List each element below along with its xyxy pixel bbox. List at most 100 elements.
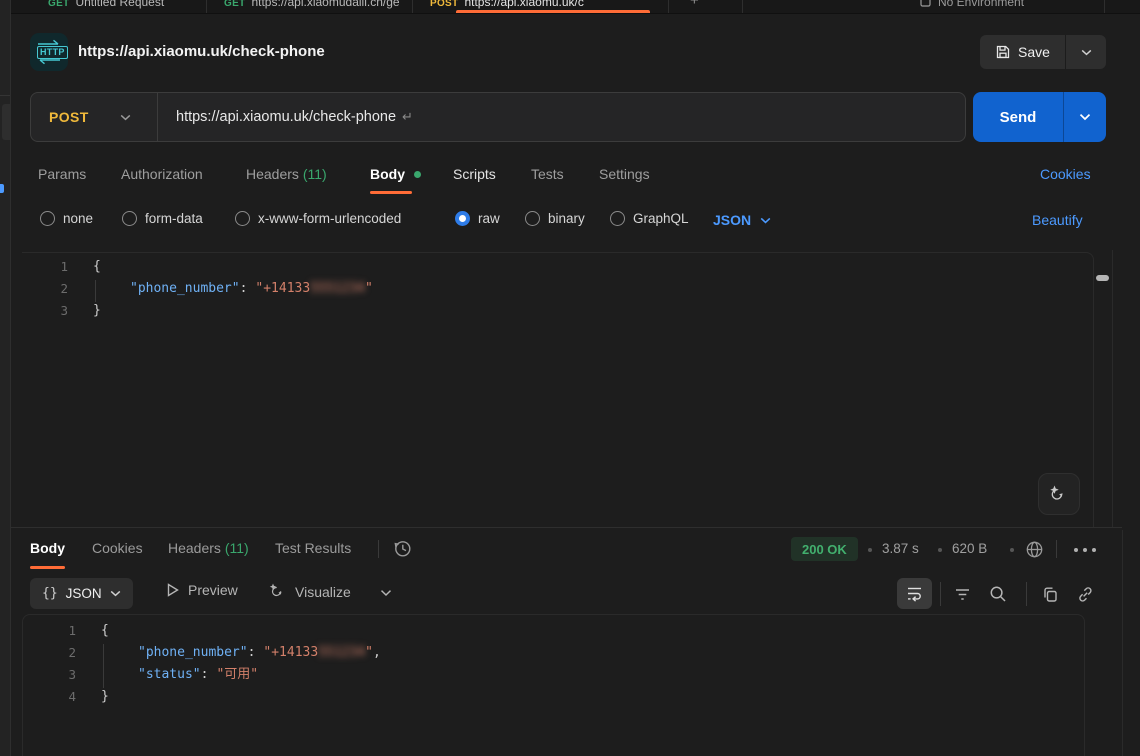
save-icon bbox=[995, 44, 1011, 60]
method-badge: GET bbox=[224, 0, 245, 9]
active-tab-underline bbox=[30, 566, 65, 569]
separator bbox=[1026, 582, 1027, 606]
chevron-down-icon bbox=[110, 590, 121, 597]
postman-app: GETUntitled Request GET https://api.xiaom… bbox=[0, 0, 1140, 756]
environment-selector[interactable]: No Environment bbox=[920, 0, 1024, 13]
response-tab-body[interactable]: Body bbox=[30, 540, 65, 556]
response-tab-cookies[interactable]: Cookies bbox=[92, 540, 143, 556]
active-tab-underline bbox=[370, 191, 412, 194]
tab-settings[interactable]: Settings bbox=[599, 166, 650, 182]
code-line: } bbox=[101, 686, 381, 708]
radio-graphql[interactable]: GraphQL bbox=[610, 211, 689, 226]
rail-handle[interactable] bbox=[2, 104, 10, 140]
history-icon[interactable] bbox=[392, 538, 413, 559]
save-options-chevron[interactable] bbox=[1066, 35, 1106, 69]
redacted-phone-number: 551234 bbox=[318, 645, 365, 660]
response-format-selector[interactable]: {} JSON bbox=[30, 578, 133, 609]
response-time[interactable]: 3.87 s bbox=[882, 541, 919, 556]
panel-edge bbox=[1122, 530, 1123, 756]
send-button[interactable]: Send bbox=[973, 92, 1063, 142]
rail-divider bbox=[0, 95, 10, 96]
tab-separator bbox=[668, 0, 669, 13]
response-tab-headers[interactable]: Headers (11) bbox=[168, 540, 249, 556]
environment-icon bbox=[920, 0, 931, 7]
radio-circle bbox=[610, 211, 625, 226]
tab-headers[interactable]: Headers (11) bbox=[246, 166, 327, 182]
code-line: "phone_number":"+14133551234", bbox=[101, 642, 381, 664]
redacted-phone-number: 5551234 bbox=[310, 281, 365, 296]
expand-chevron-icon[interactable] bbox=[380, 589, 392, 597]
response-body-viewer[interactable]: { "phone_number":"+14133551234", "status… bbox=[101, 620, 381, 708]
postbot-button[interactable] bbox=[1038, 473, 1080, 515]
radio-circle bbox=[40, 211, 55, 226]
separator bbox=[1056, 540, 1057, 558]
radio-urlencoded[interactable]: x-www-form-urlencoded bbox=[235, 211, 401, 226]
request-title: https://api.xiaomu.uk/check-phone bbox=[78, 43, 325, 60]
tab-tests[interactable]: Tests bbox=[531, 166, 564, 182]
postbot-sparkle-icon bbox=[1048, 483, 1070, 505]
search-icon[interactable] bbox=[988, 584, 1008, 604]
response-size[interactable]: 620 B bbox=[952, 541, 987, 556]
tab-separator bbox=[206, 0, 207, 13]
radio-circle bbox=[525, 211, 540, 226]
beautify-link[interactable]: Beautify bbox=[1032, 212, 1083, 228]
method-badge: GET bbox=[48, 0, 69, 9]
play-icon bbox=[165, 582, 180, 598]
globe-icon[interactable] bbox=[1024, 539, 1045, 560]
request-tab-2[interactable]: GET https://api.xiaomudaili.cn/ge bbox=[224, 0, 400, 13]
wrap-text-icon bbox=[905, 584, 924, 603]
panel-edge bbox=[1112, 250, 1113, 527]
request-tab-1[interactable]: GETUntitled Request bbox=[48, 0, 164, 13]
more-options-icon[interactable] bbox=[1072, 546, 1098, 554]
send-button-group: Send bbox=[973, 92, 1106, 142]
tab-separator bbox=[412, 0, 413, 13]
filter-icon[interactable] bbox=[953, 585, 972, 604]
active-tab-underline bbox=[456, 10, 650, 13]
body-language-selector[interactable]: JSON bbox=[713, 212, 771, 228]
send-options-chevron[interactable] bbox=[1064, 92, 1106, 142]
separator bbox=[940, 582, 941, 606]
method-selector[interactable]: POST bbox=[31, 109, 145, 125]
code-line: } bbox=[93, 300, 373, 322]
request-body-editor[interactable]: { "phone_number":"+141335551234" } bbox=[93, 256, 373, 322]
response-headers-count: (11) bbox=[225, 540, 249, 556]
meta-separator-dot bbox=[1010, 548, 1014, 552]
chevron-down-icon bbox=[120, 114, 131, 121]
radio-none[interactable]: none bbox=[40, 211, 93, 226]
tab-title: https://api.xiaomudaili.cn/ge bbox=[251, 0, 399, 9]
tab-title: https://api.xiaomu.uk/c bbox=[464, 0, 583, 9]
http-request-icon: HTTP bbox=[30, 33, 68, 71]
radio-circle bbox=[122, 211, 137, 226]
radio-form-data[interactable]: form-data bbox=[122, 211, 203, 226]
tab-authorization[interactable]: Authorization bbox=[121, 166, 203, 182]
workspace-tab-bar: GETUntitled Request GET https://api.xiaom… bbox=[0, 0, 1140, 14]
tab-separator bbox=[1104, 0, 1105, 13]
url-input[interactable]: https://api.xiaomu.uk/check-phone↵ bbox=[176, 109, 413, 125]
code-line: { bbox=[93, 256, 373, 278]
tab-scripts[interactable]: Scripts bbox=[453, 166, 496, 182]
chevron-down-icon bbox=[1081, 49, 1092, 56]
request-response-divider[interactable] bbox=[10, 527, 1122, 528]
chevron-down-icon bbox=[760, 217, 771, 224]
body-modified-dot bbox=[414, 171, 421, 178]
save-button[interactable]: Save bbox=[980, 35, 1065, 69]
status-badge[interactable]: 200 OK bbox=[791, 537, 858, 561]
new-tab-button[interactable]: + bbox=[690, 0, 699, 9]
request-line-numbers: 1 2 3 bbox=[12, 256, 68, 322]
braces-icon: {} bbox=[42, 586, 58, 601]
wrap-text-button[interactable] bbox=[897, 578, 932, 609]
response-tab-test-results[interactable]: Test Results bbox=[275, 540, 351, 556]
preview-button[interactable]: Preview bbox=[165, 582, 238, 598]
tab-params[interactable]: Params bbox=[38, 166, 86, 182]
copy-icon[interactable] bbox=[1041, 585, 1060, 604]
url-bar: POST https://api.xiaomu.uk/check-phone↵ bbox=[30, 92, 966, 142]
visualize-button[interactable]: Visualize bbox=[268, 582, 351, 601]
editor-scrollbar[interactable] bbox=[1096, 275, 1109, 281]
link-icon[interactable] bbox=[1076, 585, 1095, 604]
response-line-numbers: 1 2 3 4 bbox=[20, 620, 76, 708]
code-line: { bbox=[101, 620, 381, 642]
cookies-link[interactable]: Cookies bbox=[1040, 166, 1091, 182]
radio-binary[interactable]: binary bbox=[525, 211, 585, 226]
radio-raw[interactable]: raw bbox=[455, 211, 500, 226]
tab-body[interactable]: Body bbox=[370, 166, 405, 182]
